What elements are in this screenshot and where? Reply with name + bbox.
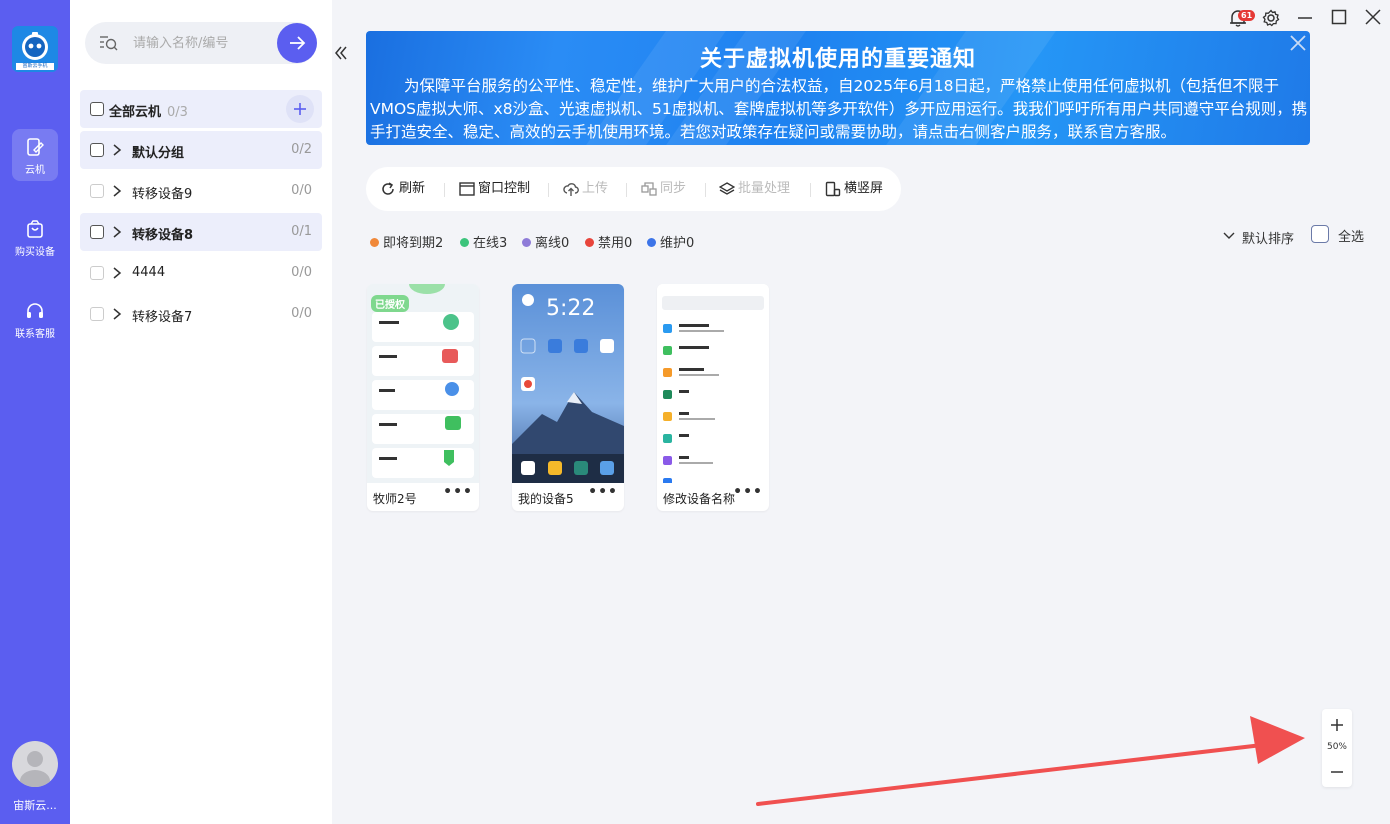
rail-item-cloud-phone[interactable]: 云机 (0, 129, 70, 181)
group-all-count: 0/3 (167, 105, 188, 120)
group-checkbox[interactable] (90, 225, 104, 239)
minimize-icon[interactable] (1297, 9, 1313, 25)
close-window-icon[interactable] (1365, 9, 1381, 25)
device-screenshot[interactable]: 5:22 (512, 284, 624, 483)
notification-button[interactable]: 61 (1228, 8, 1256, 32)
device-toolbar: 刷新 窗口控制 上传 同步 批量处理 横竖屏 (366, 167, 901, 211)
group-label: 4444 (132, 265, 166, 280)
headset-icon (27, 303, 43, 318)
settings-gear-icon[interactable] (1262, 9, 1280, 27)
notice-title: 关于虚拟机使用的重要通知 (699, 47, 976, 72)
group-all-checkbox[interactable] (90, 102, 104, 116)
group-item[interactable]: 默认分组 0/2 (80, 131, 322, 169)
group-checkbox[interactable] (90, 184, 104, 198)
chevron-right-icon[interactable] (112, 307, 122, 321)
group-item[interactable]: 转移设备9 0/0 (80, 172, 322, 210)
device-name: 牧师2号 (373, 492, 417, 506)
group-item[interactable]: 转移设备7 0/0 (80, 295, 322, 333)
more-options-icon[interactable]: ••• (588, 484, 618, 500)
user-avatar[interactable] (12, 741, 58, 787)
zoom-out-icon[interactable] (1330, 765, 1344, 779)
plus-icon (294, 103, 306, 115)
search-filter-icon (100, 36, 118, 51)
group-checkbox[interactable] (90, 307, 104, 321)
device-screenshot[interactable]: 已授权 (367, 284, 479, 483)
cloud-phone-icon (27, 138, 44, 156)
group-count: 0/0 (291, 183, 312, 198)
upload-cloud-icon (563, 183, 579, 196)
left-rail: 宙斯云手机 云机 购买设备 联系客服 宙斯云... (0, 0, 70, 824)
logo-text: 宙斯云手机 (22, 63, 48, 69)
device-card[interactable]: 修改设备名称 ••• (657, 284, 769, 511)
rail-item-buy-device[interactable]: 购买设备 (0, 219, 70, 258)
shopping-bag-icon (27, 220, 43, 238)
app-logo: 宙斯云手机 (12, 26, 58, 72)
search-submit-button[interactable] (277, 23, 317, 63)
device-card[interactable]: 5:22 我的设备5 ••• (512, 284, 624, 511)
add-group-button[interactable] (286, 95, 314, 123)
chevron-right-icon[interactable] (112, 266, 122, 280)
zoom-control: 50% (1322, 709, 1352, 787)
group-count: 0/2 (291, 142, 312, 157)
sync-button[interactable]: 同步 (641, 180, 693, 198)
more-options-icon[interactable]: ••• (443, 484, 473, 500)
group-count: 0/1 (291, 224, 312, 239)
chevron-right-icon[interactable] (112, 225, 122, 239)
chevron-down-icon (1223, 232, 1235, 239)
zoom-in-icon[interactable] (1330, 718, 1344, 732)
layers-icon (719, 182, 735, 195)
rotate-screen-icon (825, 181, 841, 197)
maximize-icon[interactable] (1331, 9, 1347, 25)
device-name: 修改设备名称 (663, 492, 736, 506)
notice-body: 为保障平台服务的公平性、稳定性，维护广大用户的合法权益，自2025年6月18日起… (370, 77, 1308, 141)
chevron-right-icon[interactable] (112, 143, 122, 157)
authorized-badge: 已授权 (371, 295, 409, 312)
group-all-label: 全部云机 (109, 105, 162, 120)
more-options-icon[interactable]: ••• (733, 484, 763, 500)
search-input[interactable] (133, 32, 263, 54)
group-count: 0/0 (291, 306, 312, 321)
device-name: 我的设备5 (518, 492, 574, 506)
orientation-button[interactable]: 横竖屏 (825, 180, 891, 198)
device-screenshot[interactable] (657, 284, 769, 483)
select-all-checkbox[interactable] (1311, 225, 1329, 243)
group-item[interactable]: 4444 0/0 (80, 254, 322, 292)
group-label: 转移设备8 (132, 228, 194, 243)
group-all[interactable]: 全部云机 0/3 (80, 90, 322, 128)
close-notice-icon[interactable] (1288, 33, 1308, 53)
upload-button[interactable]: 上传 (563, 180, 615, 198)
group-label: 默认分组 (132, 146, 185, 161)
group-sidebar: 全部云机 0/3 默认分组 0/2 转移设备9 0/0 转移设备8 0/1 444… (70, 0, 332, 824)
collapse-sidebar-icon[interactable] (334, 44, 348, 62)
group-label: 转移设备7 (132, 310, 193, 325)
refresh-icon (382, 182, 394, 195)
window-icon (459, 182, 475, 196)
lockscreen-clock: 5:22 (546, 296, 596, 321)
batch-process-button[interactable]: 批量处理 (719, 180, 799, 198)
arrow-right-icon (290, 36, 306, 50)
rail-item-label: 云机 (25, 165, 45, 176)
refresh-button[interactable]: 刷新 (380, 180, 432, 198)
chevron-right-icon[interactable] (112, 184, 122, 198)
rail-item-label: 购买设备 (15, 247, 55, 258)
rail-item-label: 联系客服 (15, 329, 55, 340)
group-count: 0/0 (291, 265, 312, 280)
device-card[interactable]: 已授权 牧师2号 ••• (367, 284, 479, 511)
sync-icon (641, 182, 657, 196)
notice-banner: 关于虚拟机使用的重要通知 为保障平台服务的公平性、稳定性，维护广大用户的合法权益… (366, 31, 1310, 145)
group-item[interactable]: 转移设备8 0/1 (80, 213, 322, 251)
rail-item-support[interactable]: 联系客服 (0, 301, 70, 340)
group-checkbox[interactable] (90, 143, 104, 157)
notification-badge: 61 (1238, 10, 1256, 21)
user-name: 宙斯云... (13, 799, 57, 812)
window-control-button[interactable]: 窗口控制 (459, 180, 539, 198)
zoom-level: 50% (1326, 742, 1347, 752)
group-label: 转移设备9 (132, 187, 193, 202)
search-box (85, 22, 317, 64)
group-checkbox[interactable] (90, 266, 104, 280)
